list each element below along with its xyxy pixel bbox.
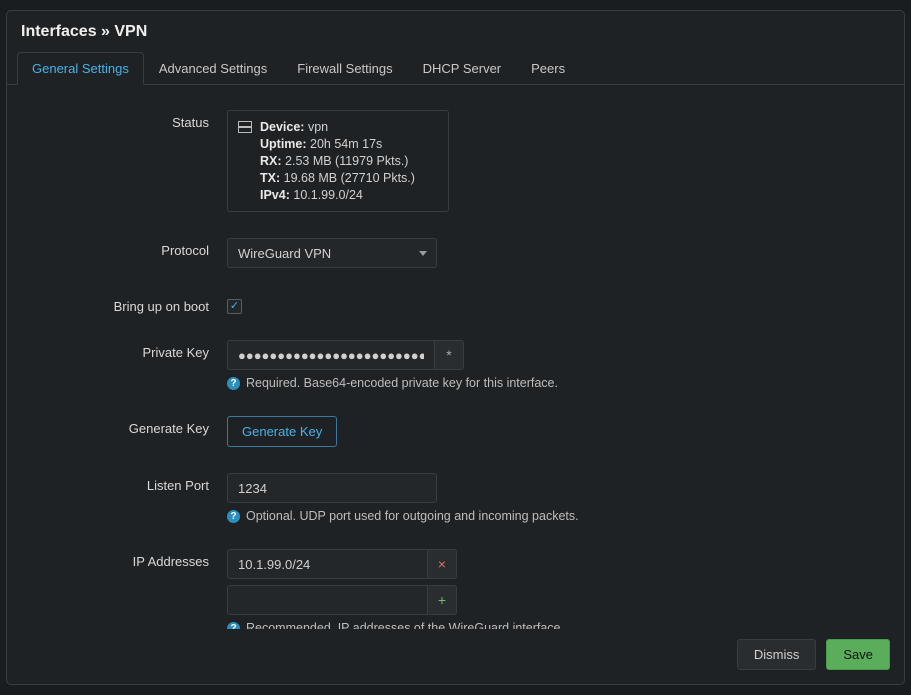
dismiss-button[interactable]: Dismiss	[737, 639, 817, 670]
ip-address-input-new[interactable]	[227, 585, 427, 615]
listenport-label: Listen Port	[27, 473, 227, 523]
privatekey-label: Private Key	[27, 340, 227, 390]
private-key-input[interactable]	[227, 340, 434, 370]
tab-advanced-settings[interactable]: Advanced Settings	[144, 52, 282, 85]
tab-firewall-settings[interactable]: Firewall Settings	[282, 52, 407, 85]
info-icon: ?	[227, 510, 240, 523]
listen-port-input[interactable]	[227, 473, 437, 503]
remove-ip-button[interactable]: ×	[427, 549, 457, 579]
tab-dhcp-server[interactable]: DHCP Server	[408, 52, 517, 85]
ip-hint: ? Recommended. IP addresses of the WireG…	[227, 621, 687, 629]
ips-label: IP Addresses	[27, 549, 227, 629]
status-label: Status	[27, 110, 227, 212]
add-ip-button[interactable]: +	[427, 585, 457, 615]
protocol-label: Protocol	[27, 238, 227, 268]
save-button[interactable]: Save	[826, 639, 890, 670]
dialog-footer: Dismiss Save	[7, 629, 904, 684]
private-key-hint: ? Required. Base64-encoded private key f…	[227, 376, 687, 390]
genkey-label: Generate Key	[27, 416, 227, 447]
listen-port-hint: ? Optional. UDP port used for outgoing a…	[227, 509, 687, 523]
ip-address-input-0[interactable]	[227, 549, 427, 579]
generate-key-button[interactable]: Generate Key	[227, 416, 337, 447]
dialog-title: Interfaces » VPN	[7, 11, 904, 51]
bring-up-on-boot-checkbox[interactable]	[227, 299, 242, 314]
form-area: Status Device: vpn Uptime: 20h 54m 17s R…	[7, 85, 904, 629]
tab-general-settings[interactable]: General Settings	[17, 52, 144, 85]
bringup-label: Bring up on boot	[27, 294, 227, 314]
settings-dialog: Interfaces » VPN General Settings Advanc…	[6, 10, 905, 685]
info-icon: ?	[227, 377, 240, 390]
status-lines: Device: vpn Uptime: 20h 54m 17s RX: 2.53…	[260, 119, 415, 203]
device-icon	[238, 121, 252, 133]
reveal-key-button[interactable]: *	[434, 340, 464, 370]
info-icon: ?	[227, 622, 240, 629]
tab-peers[interactable]: Peers	[516, 52, 580, 85]
tabs: General Settings Advanced Settings Firew…	[7, 51, 904, 85]
protocol-select[interactable]: WireGuard VPN	[227, 238, 437, 268]
status-box: Device: vpn Uptime: 20h 54m 17s RX: 2.53…	[227, 110, 449, 212]
